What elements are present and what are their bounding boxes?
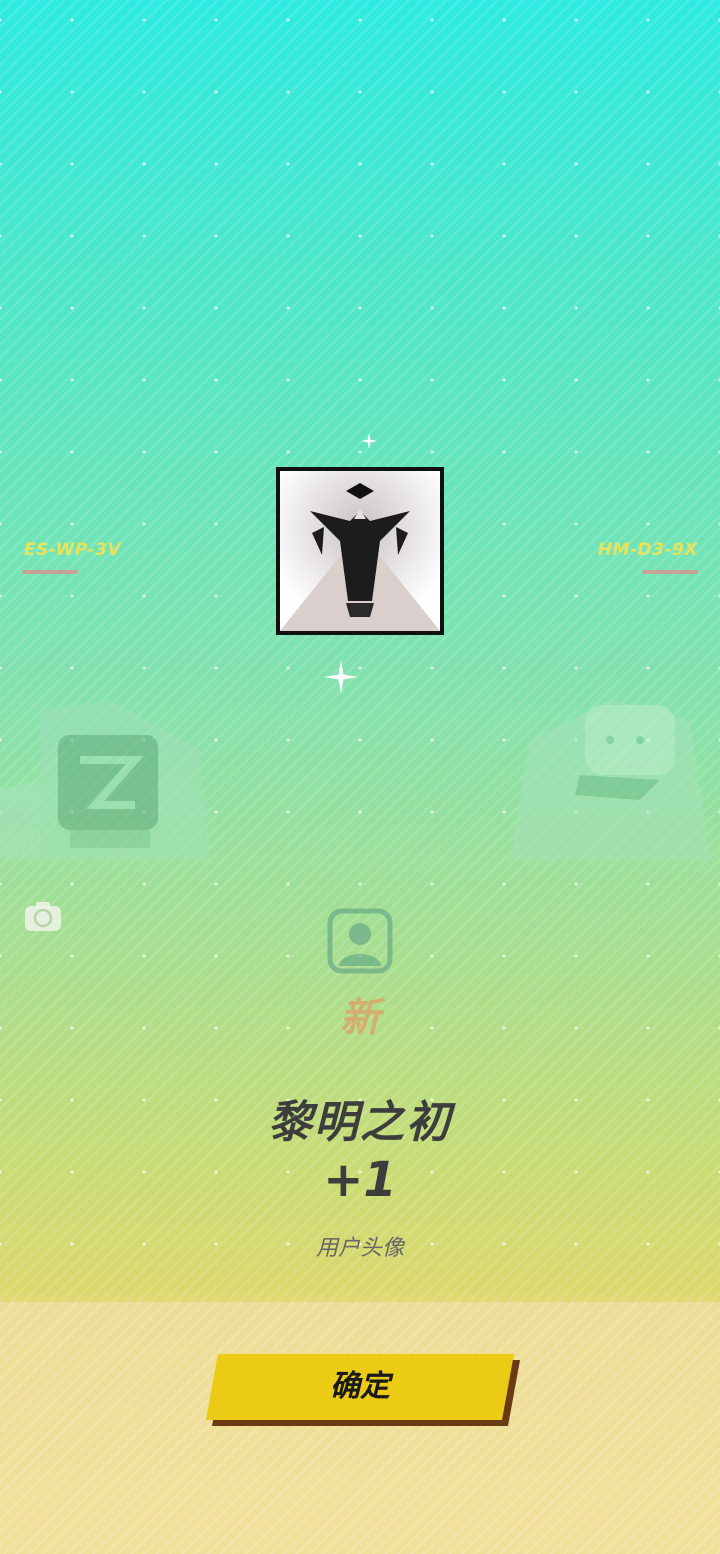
left-machine-illustration: [0, 700, 210, 860]
left-code-underline: [22, 570, 78, 574]
confirm-button[interactable]: 确定: [206, 1354, 520, 1428]
reward-popup-screen: ES-WP-3V HM-D3-9X 新 黎明之初 +1 用户头像 确定: [0, 0, 720, 1554]
reward-count: +1: [323, 1152, 397, 1208]
user-avatar-icon: [327, 908, 393, 974]
left-code-label: ES-WP-3V: [24, 540, 122, 560]
reward-type-label: 用户头像: [315, 1236, 404, 1261]
right-code-label: HM-D3-9X: [597, 540, 698, 560]
right-code-underline: [642, 570, 698, 574]
right-robot-illustration: [510, 700, 710, 860]
bottom-stripes-overlay: [0, 1302, 720, 1554]
dawn-emblem-avatar-icon: [280, 471, 440, 631]
bottom-panel: [0, 1302, 720, 1554]
new-badge: 新: [340, 995, 380, 1041]
reward-name: 黎明之初: [268, 1097, 452, 1148]
large-sparkle-icon: [324, 660, 358, 694]
small-sparkle-icon: [361, 433, 377, 449]
reward-avatar: [276, 467, 444, 635]
camera-icon[interactable]: [24, 900, 62, 932]
confirm-button-label: 确定: [330, 1369, 390, 1404]
